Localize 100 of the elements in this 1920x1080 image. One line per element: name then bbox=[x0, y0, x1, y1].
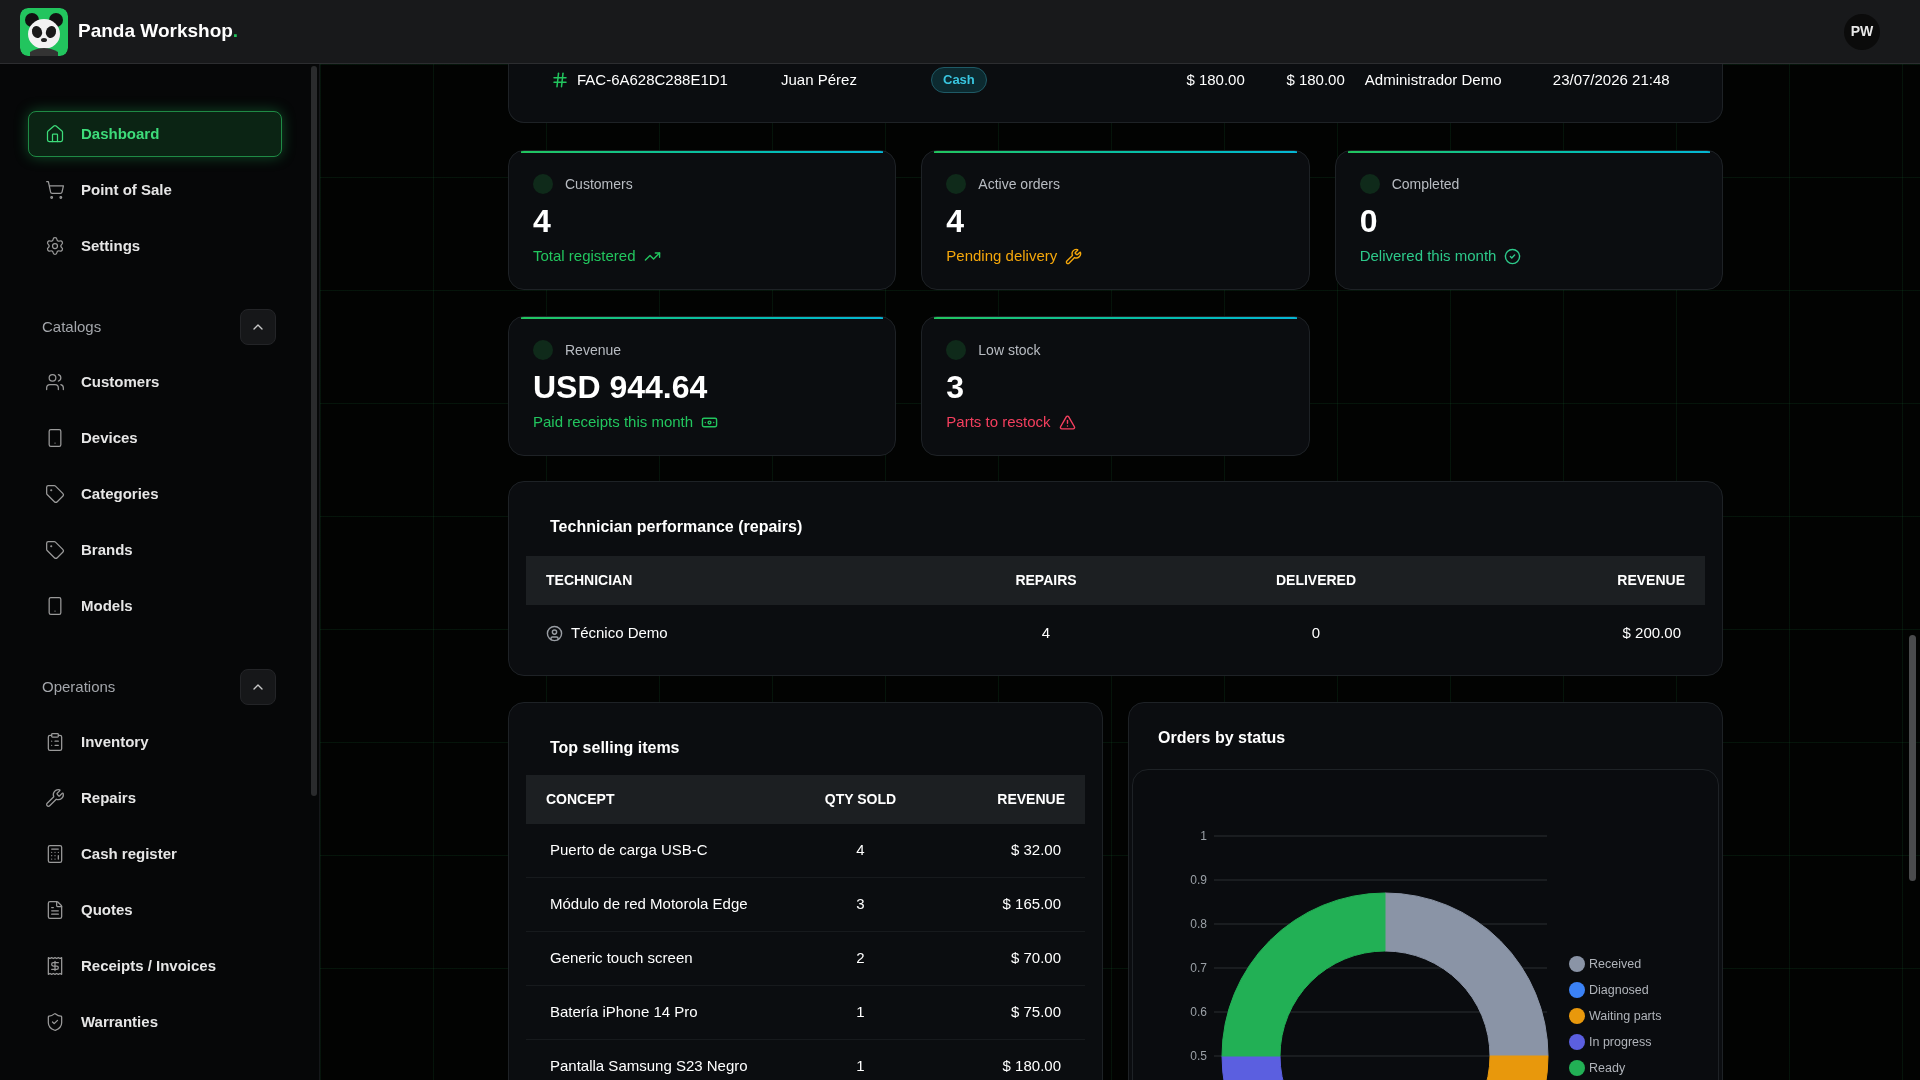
table-cell-text: 3 bbox=[855, 894, 866, 915]
table-cell-text: $ 180.00 bbox=[1285, 69, 1345, 90]
sidebar-item[interactable]: Dashboard bbox=[28, 111, 282, 157]
user-icon bbox=[546, 624, 563, 642]
table-cell-text: $ 32.00 bbox=[1009, 840, 1062, 861]
sidebar-item[interactable]: Inventory bbox=[28, 719, 282, 765]
column-header: REVENUE bbox=[996, 790, 1065, 809]
user-avatar[interactable]: PW bbox=[1844, 13, 1880, 50]
stat-label: Revenue bbox=[565, 340, 622, 360]
warning-icon bbox=[1058, 413, 1076, 431]
calculator-icon bbox=[45, 844, 65, 864]
sidebar-item[interactable]: Models bbox=[28, 583, 282, 629]
table-cell-text: $ 180.00 bbox=[1185, 69, 1245, 90]
table-cell-text: 23/07/2026 21:48 bbox=[1552, 69, 1670, 90]
card-title: Top selling items bbox=[549, 738, 681, 758]
axis-label: 0.7 bbox=[1190, 961, 1207, 975]
stat-label: Customers bbox=[565, 174, 633, 194]
check-circle-icon bbox=[1504, 247, 1522, 265]
axis-label: 0.5 bbox=[1190, 1049, 1207, 1063]
column-header: DELIVERED bbox=[1274, 571, 1358, 590]
sidebar-item[interactable]: Warranties bbox=[28, 999, 282, 1045]
sidebar-scrollbar[interactable] bbox=[311, 66, 317, 796]
stat-value: 4 bbox=[533, 202, 552, 241]
clipboard-icon bbox=[45, 732, 65, 752]
stat-value: USD 944.64 bbox=[533, 368, 709, 407]
page-scrollbar[interactable] bbox=[1909, 635, 1916, 881]
stat-label: Completed bbox=[1391, 174, 1460, 194]
shield-icon bbox=[45, 1012, 65, 1032]
collapse-button[interactable] bbox=[240, 309, 276, 345]
table-cell-text: $ 75.00 bbox=[1009, 1002, 1062, 1023]
stat-note: Delivered this month bbox=[1359, 246, 1497, 266]
axis-label: 0.9 bbox=[1190, 873, 1207, 887]
receipt-number: FAC-6A628C288E1D1 bbox=[577, 69, 729, 90]
stat-note: Parts to restock bbox=[946, 412, 1051, 432]
customer-name: Juan Pérez bbox=[781, 69, 858, 90]
axis-label: 0.8 bbox=[1190, 917, 1207, 931]
stat-label: Active orders bbox=[978, 174, 1061, 194]
column-header: CONCEPT bbox=[546, 790, 616, 809]
stat-value: 4 bbox=[946, 202, 966, 241]
sidebar-item[interactable]: Brands bbox=[28, 527, 282, 573]
column-header: REVENUE bbox=[1616, 571, 1685, 590]
stat-label: Low stock bbox=[978, 340, 1041, 360]
legend-label: Diagnosed bbox=[1589, 983, 1649, 997]
table-cell-text: Generic touch screen bbox=[549, 948, 694, 969]
tag-icon bbox=[45, 484, 65, 504]
people-icon bbox=[45, 372, 65, 392]
settings-icon bbox=[45, 236, 65, 256]
stat-value: 0 bbox=[1359, 202, 1379, 241]
axis-label: 1 bbox=[1200, 829, 1207, 843]
tag-icon bbox=[45, 540, 65, 560]
table-cell-text: $ 200.00 bbox=[1621, 622, 1682, 643]
table-cell-text: Puerto de carga USB-C bbox=[549, 840, 709, 861]
table-cell-text: Pantalla Samsung S23 Negro bbox=[549, 1056, 749, 1077]
stat-note: Paid receipts this month bbox=[533, 412, 694, 432]
legend-label: Waiting parts bbox=[1589, 1009, 1662, 1023]
table-cell-text: 4 bbox=[1040, 622, 1052, 643]
column-header: TECHNICIAN bbox=[546, 571, 634, 590]
table-cell-text: Administrador Demo bbox=[1364, 69, 1503, 90]
sidebar-item[interactable]: Devices bbox=[28, 415, 282, 461]
home-icon bbox=[45, 124, 65, 144]
table-cell-text: $ 180.00 bbox=[1001, 1056, 1062, 1077]
sidebar-item[interactable]: Categories bbox=[28, 471, 282, 517]
wrench-icon bbox=[45, 788, 65, 808]
sidebar-item[interactable]: Settings bbox=[28, 223, 282, 269]
app-title: Panda Workshop. bbox=[78, 19, 239, 44]
table-cell-text: Módulo de red Motorola Edge bbox=[549, 894, 749, 915]
table-cell-text: 4 bbox=[855, 840, 866, 861]
table-cell-text: 1 bbox=[855, 1056, 866, 1077]
card-title: Technician performance (repairs) bbox=[549, 517, 804, 537]
legend-label: Received bbox=[1589, 957, 1642, 971]
sidebar-item[interactable]: Receipts / Invoices bbox=[28, 943, 282, 989]
column-header: QTY SOLD bbox=[823, 790, 898, 809]
table-cell-text: $ 165.00 bbox=[1001, 894, 1062, 915]
collapse-button[interactable] bbox=[240, 669, 276, 705]
document-icon bbox=[45, 900, 65, 920]
cart-icon bbox=[45, 180, 65, 200]
payment-badge: Cash bbox=[931, 67, 987, 93]
hash-icon bbox=[551, 71, 569, 89]
card-title: Orders by status bbox=[1157, 728, 1287, 748]
legend-label: In progress bbox=[1589, 1035, 1652, 1049]
section-heading: Operations bbox=[42, 676, 116, 697]
stat-value: 3 bbox=[946, 368, 966, 407]
table-cell-text: 1 bbox=[855, 1002, 866, 1023]
table-cell-text: 0 bbox=[1310, 622, 1322, 643]
stat-note: Pending delivery bbox=[946, 246, 1058, 266]
wrench-icon bbox=[1065, 247, 1083, 265]
axis-label: 0.6 bbox=[1190, 1005, 1207, 1019]
stat-note: Total registered bbox=[533, 246, 636, 266]
legend-label: Ready bbox=[1589, 1061, 1626, 1075]
table-cell-text: $ 70.00 bbox=[1009, 948, 1062, 969]
column-header: REPAIRS bbox=[1014, 571, 1078, 590]
receipt-icon bbox=[45, 956, 65, 976]
table-cell-text: Técnico Demo bbox=[571, 622, 668, 643]
sidebar-item[interactable]: Point of Sale bbox=[28, 167, 282, 213]
table-cell-text: Batería iPhone 14 Pro bbox=[549, 1002, 699, 1023]
panda-logo-icon bbox=[20, 7, 68, 56]
sidebar-item[interactable]: Repairs bbox=[28, 775, 282, 821]
sidebar-item[interactable]: Cash register bbox=[28, 831, 282, 877]
sidebar-item[interactable]: Customers bbox=[28, 359, 282, 405]
sidebar-item[interactable]: Quotes bbox=[28, 887, 282, 933]
